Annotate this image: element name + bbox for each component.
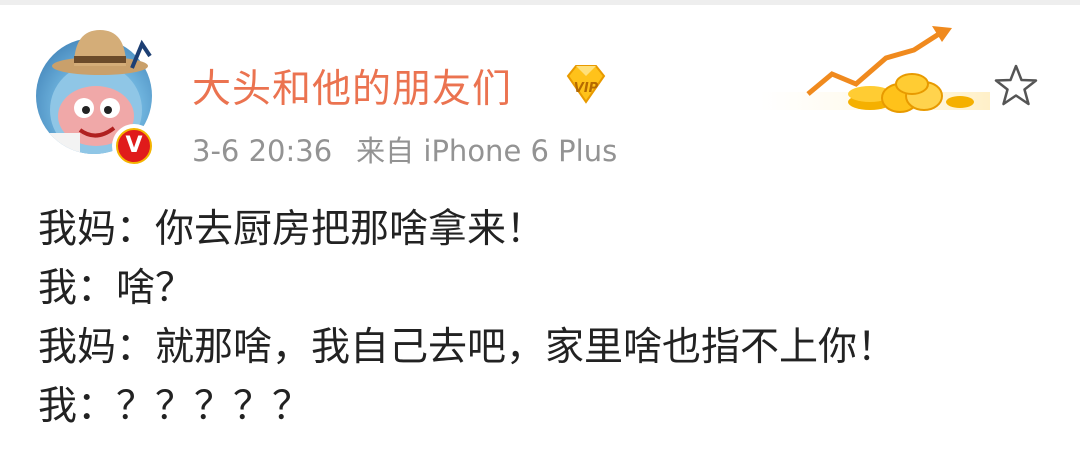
star-outline-icon <box>994 64 1038 106</box>
antenna-icon <box>130 39 152 69</box>
username[interactable]: 大头和他的朋友们 <box>192 58 512 114</box>
top-divider <box>0 0 1080 5</box>
avatar[interactable]: V <box>36 28 156 168</box>
post-line: 我：？？？？？ <box>38 384 312 429</box>
post-source[interactable]: 来自 iPhone 6 Plus <box>356 134 617 168</box>
promo-banner[interactable] <box>760 22 990 122</box>
vip-label: VIP <box>574 81 599 96</box>
post-meta: 3-6 20:36 来自 iPhone 6 Plus <box>192 128 617 170</box>
gold-coins-rising-arrow-icon <box>760 26 990 113</box>
post-line: 我妈：你去厨房把那啥拿来！ <box>38 207 546 252</box>
favorite-button[interactable] <box>992 62 1040 110</box>
post-timestamp[interactable]: 3-6 20:36 <box>192 134 332 168</box>
post-line: 我：啥？ <box>38 266 195 311</box>
verified-badge: V <box>112 124 156 168</box>
vip-badge[interactable]: VIP <box>562 62 610 106</box>
verified-v-badge-icon: V <box>116 128 152 164</box>
vip-crown-icon: VIP <box>566 65 606 104</box>
post-line: 我妈：就那啥，我自己去吧，家里啥也指不上你！ <box>38 325 897 370</box>
post-content: 我妈：你去厨房把那啥拿来！ 我：啥？ 我妈：就那啥，我自己去吧，家里啥也指不上你… <box>38 200 896 436</box>
